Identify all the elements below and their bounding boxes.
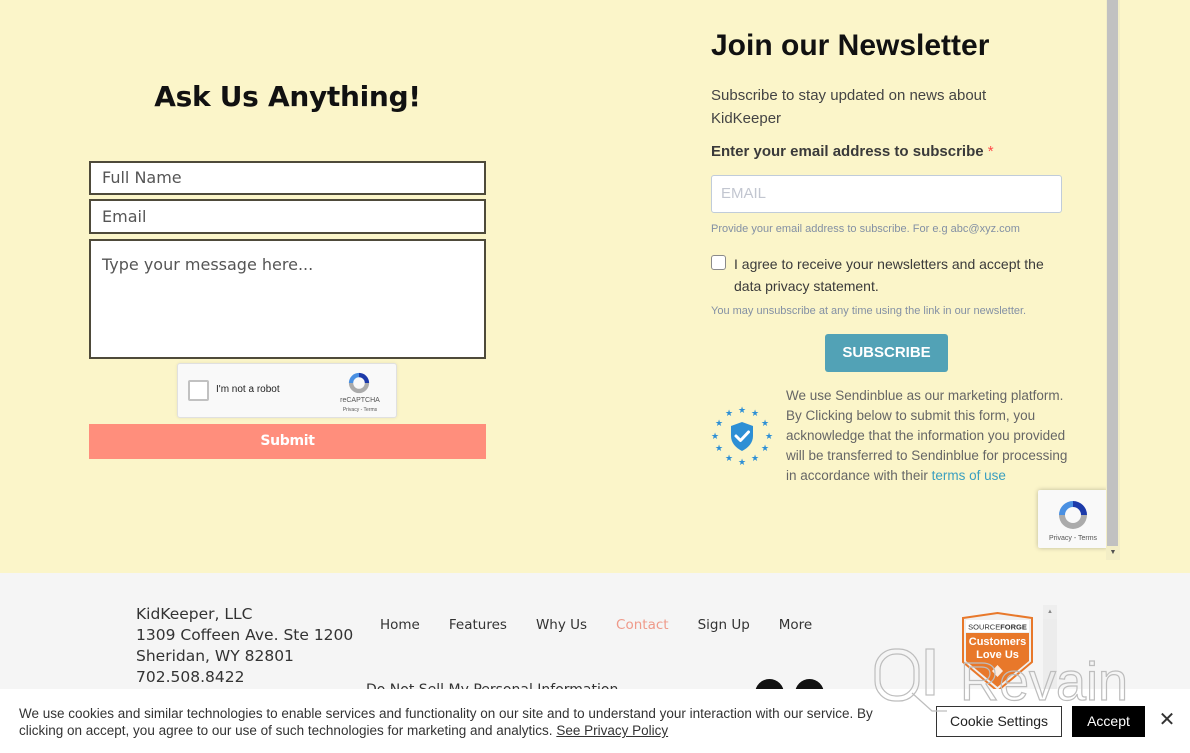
sourceforge-brand: SOURCEFORGE	[968, 623, 1027, 632]
svg-text:★: ★	[725, 454, 733, 464]
newsletter-subtitle: Subscribe to stay updated on news about …	[711, 87, 987, 127]
cookie-message: We use cookies and similar technologies …	[19, 706, 873, 738]
recaptcha-checkbox[interactable]	[188, 380, 209, 401]
newsletter-email-label: Enter your email address to subscribe *	[711, 143, 994, 160]
subscribe-button[interactable]: SUBSCRIBE	[825, 334, 948, 372]
recaptcha-badge[interactable]: Privacy - Terms	[1038, 490, 1108, 548]
company-name: KidKeeper, LLC	[136, 605, 253, 623]
newsletter-email-input[interactable]: EMAIL	[711, 175, 1062, 213]
recaptcha-privacy-terms[interactable]: Privacy - Terms	[334, 407, 386, 413]
svg-text:★: ★	[765, 432, 773, 442]
gdpr-shield-icon: ★ ★★ ★★★ ★★★ ★★★	[711, 406, 773, 467]
recaptcha-badge-links[interactable]: Privacy - Terms	[1038, 535, 1108, 542]
terms-of-use-link[interactable]: terms of use	[932, 468, 1006, 483]
address-line-2: Sheridan, WY 82801	[136, 647, 294, 665]
svg-text:★: ★	[711, 432, 719, 442]
gdpr-notice-text: We use Sendinblue as our marketing platf…	[786, 388, 1068, 483]
submit-button[interactable]: Submit	[89, 424, 486, 459]
address-line-1: 1309 Coffeen Ave. Ste 1200	[136, 626, 354, 644]
svg-text:★: ★	[738, 458, 746, 467]
svg-text:★: ★	[761, 444, 769, 454]
newsletter-email-label-text: Enter your email address to subscribe	[711, 143, 984, 160]
svg-text:★: ★	[715, 444, 723, 454]
footer-nav-contact[interactable]: Contact	[616, 617, 669, 633]
email-input[interactable]: Email	[89, 199, 486, 234]
svg-text:★: ★	[738, 406, 746, 416]
full-name-input[interactable]: Full Name	[89, 161, 486, 195]
sourceforge-badge[interactable]: SOURCEFORGE Customers Love Us	[960, 612, 1035, 692]
cookie-settings-button[interactable]: Cookie Settings	[936, 706, 1062, 737]
svg-text:★: ★	[751, 454, 759, 464]
newsletter-agree-checkbox[interactable]	[711, 255, 726, 270]
scroll-down-arrow-icon[interactable]: ▼	[1106, 546, 1120, 560]
newsletter-email-hint: Provide your email address to subscribe.…	[711, 223, 1020, 235]
svg-text:★: ★	[715, 419, 723, 429]
cookie-banner-text: We use cookies and similar technologies …	[19, 705, 909, 739]
close-icon[interactable]: ✕	[1157, 710, 1177, 730]
recaptcha-widget: I'm not a robot reCAPTCHA Privacy - Term…	[177, 363, 397, 418]
gdpr-notice: We use Sendinblue as our marketing platf…	[786, 386, 1071, 486]
cookie-accept-button[interactable]: Accept	[1072, 706, 1145, 737]
newsletter-scrollbar-thumb[interactable]	[1107, 0, 1118, 546]
recaptcha-brand: reCAPTCHA	[340, 397, 380, 404]
footer-nav-more[interactable]: More	[779, 617, 812, 633]
scroll-up-arrow-icon[interactable]: ▲	[1043, 605, 1057, 619]
recaptcha-label: I'm not a robot	[216, 384, 280, 395]
message-textarea[interactable]: Type your message here...	[89, 239, 486, 359]
svg-text:★: ★	[751, 409, 759, 419]
badge-line-1: Customers	[969, 636, 1026, 648]
phone-number: 702.508.8422	[136, 668, 245, 686]
privacy-policy-link[interactable]: See Privacy Policy	[556, 723, 668, 738]
footer-nav-features[interactable]: Features	[449, 617, 507, 633]
svg-text:★: ★	[761, 419, 769, 429]
footer-nav-sign-up[interactable]: Sign Up	[698, 617, 750, 633]
svg-text:★: ★	[725, 409, 733, 419]
footer-address: KidKeeper, LLC 1309 Coffeen Ave. Ste 120…	[136, 604, 353, 688]
footer-nav-why-us[interactable]: Why Us	[536, 617, 587, 633]
required-marker: *	[987, 143, 994, 160]
footer-nav-home[interactable]: Home	[380, 617, 420, 633]
badge-line-2: Love Us	[976, 649, 1019, 661]
footer-nav: Home Features Why Us Contact Sign Up Mor…	[380, 617, 841, 633]
newsletter-agree-label: I agree to receive your newsletters and …	[734, 256, 1044, 294]
contact-form-title: Ask Us Anything!	[154, 80, 421, 113]
newsletter-unsubscribe-note: You may unsubscribe at any time using th…	[711, 305, 1027, 317]
newsletter-title: Join our Newsletter	[711, 29, 990, 62]
recaptcha-logo-icon	[1059, 501, 1087, 529]
recaptcha-logo-icon	[348, 372, 370, 394]
